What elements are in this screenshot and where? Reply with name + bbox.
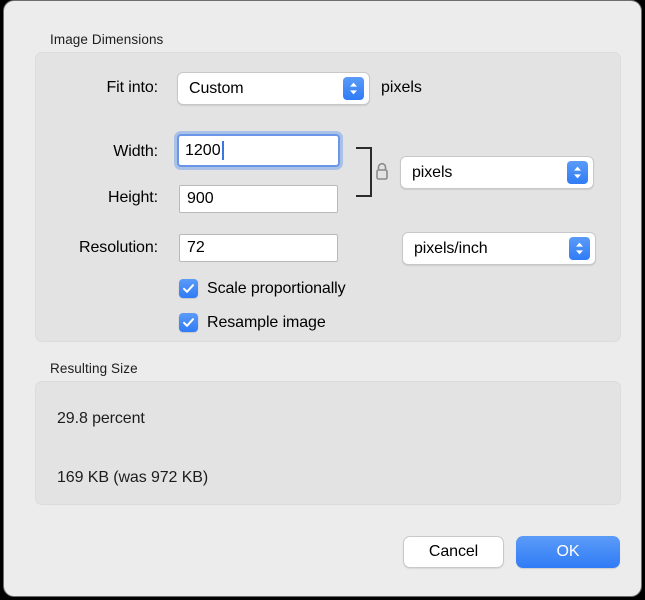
image-size-dialog: Image Dimensions Fit into: Custom pixels… <box>3 0 642 597</box>
size-unit-popup-value: pixels <box>412 163 453 181</box>
resample-image-label: Resample image <box>207 313 326 331</box>
resolution-unit-popup-button[interactable]: pixels/inch <box>402 232 596 265</box>
fit-into-label: Fit into: <box>106 79 158 96</box>
size-unit-popup-button[interactable]: pixels <box>400 156 594 189</box>
text-caret <box>221 141 224 160</box>
scale-proportionally-label: Scale proportionally <box>207 279 346 297</box>
height-label: Height: <box>108 189 158 206</box>
resolution-unit-popup-value: pixels/inch <box>414 239 488 257</box>
cancel-button[interactable]: Cancel <box>403 536 504 568</box>
resolution-input[interactable]: 72 <box>179 234 338 262</box>
resolution-input-value: 72 <box>187 239 205 256</box>
chevron-up-down-icon <box>343 77 364 100</box>
image-dimensions-group-label: Image Dimensions <box>50 32 164 47</box>
chevron-up-down-icon <box>569 237 590 260</box>
scale-proportionally-checkbox-row[interactable]: Scale proportionally <box>179 279 346 298</box>
width-input[interactable]: 1200 <box>177 134 340 167</box>
height-input[interactable]: 900 <box>179 185 338 213</box>
resolution-label: Resolution: <box>79 239 158 256</box>
chevron-up-down-icon <box>567 161 588 184</box>
resulting-size-group-label: Resulting Size <box>50 361 138 376</box>
resample-image-checkbox-row[interactable]: Resample image <box>179 313 326 332</box>
checkbox-checked-icon[interactable] <box>179 279 198 298</box>
height-input-value: 900 <box>187 190 214 207</box>
ok-button[interactable]: OK <box>516 536 620 568</box>
width-label: Width: <box>113 143 158 160</box>
fit-into-unit-suffix: pixels <box>381 79 422 96</box>
fit-into-popup-button[interactable]: Custom <box>177 72 370 105</box>
dimension-link-bracket <box>356 147 372 197</box>
width-input-value: 1200 <box>185 141 221 159</box>
checkbox-checked-icon[interactable] <box>179 313 198 332</box>
resulting-filesize-text: 169 KB (was 972 KB) <box>57 469 209 486</box>
fit-into-popup-value: Custom <box>189 79 244 97</box>
resulting-percent-text: 29.8 percent <box>57 410 145 427</box>
lock-closed-icon[interactable] <box>374 161 390 181</box>
